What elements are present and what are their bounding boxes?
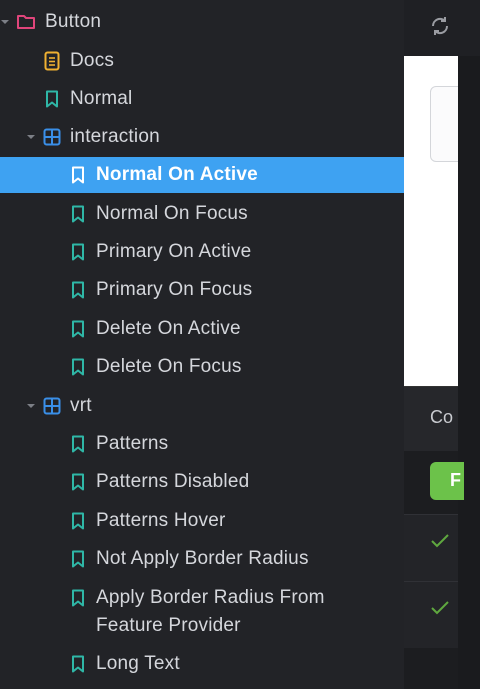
tree-item-normal[interactable]: Normal bbox=[0, 81, 404, 117]
grid-icon bbox=[42, 396, 62, 416]
story-normal-on-focus[interactable]: Normal On Focus bbox=[0, 196, 404, 232]
caret-down-icon[interactable] bbox=[24, 130, 38, 144]
story-label: Patterns Hover bbox=[96, 510, 226, 531]
bookmark-icon bbox=[42, 89, 62, 109]
story-label: Primary On Active bbox=[96, 241, 252, 262]
caret-down-icon[interactable] bbox=[0, 15, 12, 29]
bookmark-icon bbox=[68, 588, 88, 608]
check-icon bbox=[430, 600, 450, 621]
story-label: Long Text bbox=[96, 653, 180, 674]
story-label: Normal On Focus bbox=[96, 203, 248, 224]
bookmark-icon bbox=[68, 165, 88, 185]
bookmark-icon bbox=[68, 204, 88, 224]
bookmark-icon bbox=[68, 319, 88, 339]
addons-tab-label[interactable]: Co bbox=[430, 407, 453, 428]
story-label: Normal On Active bbox=[96, 164, 258, 185]
story-normal-on-active[interactable]: Normal On Active bbox=[0, 157, 404, 193]
sidebar: Button Docs Normal interaction Normal On… bbox=[0, 0, 404, 689]
tree-item-label: Docs bbox=[70, 50, 115, 71]
bookmark-icon bbox=[68, 472, 88, 492]
story-label: Patterns Disabled bbox=[96, 471, 250, 492]
tree-component-label: interaction bbox=[70, 126, 160, 147]
story-label: Delete On Focus bbox=[96, 356, 242, 377]
toolbar bbox=[404, 0, 480, 56]
grid-icon bbox=[42, 127, 62, 147]
bookmark-icon bbox=[68, 434, 88, 454]
scroll-strip bbox=[458, 56, 480, 689]
story-label: Primary On Focus bbox=[96, 279, 253, 300]
story-delete-on-focus[interactable]: Delete On Focus bbox=[0, 349, 404, 385]
bookmark-icon bbox=[68, 280, 88, 300]
bookmark-icon bbox=[68, 357, 88, 377]
addons-tab-bar: Co bbox=[404, 386, 458, 451]
story-apply-border-radius-from-feature-provider[interactable]: Apply Border Radius From Feature Provide… bbox=[0, 584, 404, 644]
sync-icon[interactable] bbox=[428, 14, 452, 43]
tree-item-docs[interactable]: Docs bbox=[0, 43, 404, 79]
primary-button-preview[interactable]: F bbox=[430, 462, 464, 500]
preview-canvas bbox=[404, 56, 472, 386]
story-not-apply-border-radius[interactable]: Not Apply Border Radius bbox=[0, 541, 404, 577]
check-row bbox=[404, 514, 458, 581]
story-primary-on-active[interactable]: Primary On Active bbox=[0, 234, 404, 270]
story-delete-on-active[interactable]: Delete On Active bbox=[0, 311, 404, 347]
story-patterns-disabled[interactable]: Patterns Disabled bbox=[0, 464, 404, 500]
story-patterns[interactable]: Patterns bbox=[0, 426, 404, 462]
story-label: Patterns bbox=[96, 433, 169, 454]
check-row bbox=[404, 581, 458, 648]
story-patterns-hover[interactable]: Patterns Hover bbox=[0, 503, 404, 539]
bookmark-icon bbox=[68, 242, 88, 262]
bookmark-icon bbox=[68, 511, 88, 531]
caret-down-icon[interactable] bbox=[24, 399, 38, 413]
story-label: Delete On Active bbox=[96, 318, 241, 339]
tree-group-label: Button bbox=[45, 11, 102, 32]
tree-item-label: Normal bbox=[70, 88, 133, 109]
tree-component-label: vrt bbox=[70, 395, 92, 416]
document-icon bbox=[42, 51, 62, 71]
primary-button-label: F bbox=[450, 470, 461, 490]
bookmark-icon bbox=[68, 654, 88, 674]
story-label: Not Apply Border Radius bbox=[96, 548, 309, 569]
preview-panel: Co F bbox=[404, 0, 480, 689]
story-long-text[interactable]: Long Text bbox=[0, 646, 404, 682]
tree-component-interaction[interactable]: interaction bbox=[0, 119, 404, 155]
folder-icon bbox=[16, 12, 36, 32]
check-icon bbox=[430, 533, 450, 554]
tree-component-vrt[interactable]: vrt bbox=[0, 388, 404, 424]
story-label: Apply Border Radius From Feature Provide… bbox=[96, 587, 325, 636]
story-primary-on-focus[interactable]: Primary On Focus bbox=[0, 272, 404, 308]
bookmark-icon bbox=[68, 549, 88, 569]
tree-group-button[interactable]: Button bbox=[0, 4, 404, 40]
